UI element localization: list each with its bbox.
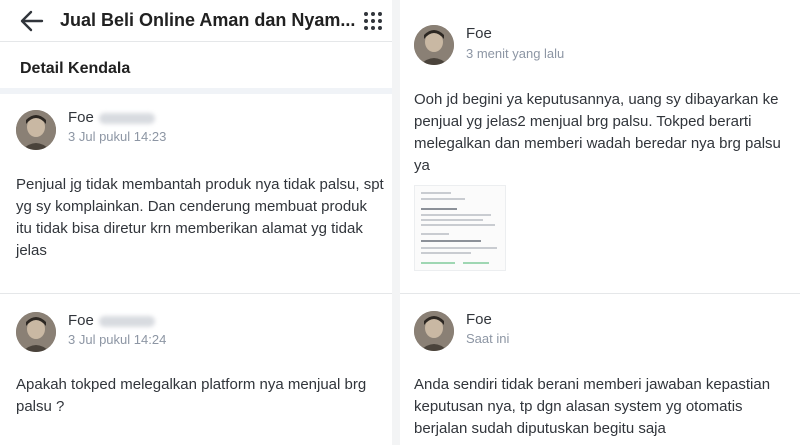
message-text: Anda sendiri tidak berani memberi jawaba… [414,376,771,437]
redacted-surname [98,112,155,124]
user-photo-icon [16,312,56,352]
sender-name: Foe [466,311,492,328]
user-photo-icon [414,25,454,65]
divider [0,293,392,294]
back-button[interactable] [18,8,46,34]
user-photo-icon [16,110,56,150]
section-header: Detail Kendala [0,42,392,94]
avatar [16,110,56,150]
left-panel: Jual Beli Online Aman dan Nyam... Detail… [0,0,392,445]
message-time: Saat ini [466,331,510,346]
redacted-surname [98,315,155,327]
attachment-thumbnail[interactable] [414,185,506,271]
app-header: Jual Beli Online Aman dan Nyam... [0,0,392,42]
divider [400,293,800,294]
column-divider [392,0,400,445]
right-panel: Foe 3 menit yang lalu Ooh jd begini ya k… [400,0,800,445]
section-title: Detail Kendala [20,60,131,77]
message-time: 3 Jul pukul 14:23 [68,129,167,144]
menu-button[interactable] [363,11,383,31]
message-text: Penjual jg tidak membantah produk nya ti… [16,176,384,259]
page-title: Jual Beli Online Aman dan Nyam... [60,10,356,30]
sender-name: Foe [68,312,155,329]
sender-name: Foe [466,25,492,42]
message-time: 3 Jul pukul 14:24 [68,332,167,347]
avatar [16,312,56,352]
grid-menu-icon [364,12,382,30]
message-text: Ooh jd begini ya keputusannya, uang sy d… [414,91,781,174]
message-text: Apakah tokped melegalkan platform nya me… [16,376,367,415]
avatar [414,25,454,65]
arrow-left-icon [20,10,44,32]
user-photo-icon [414,311,454,351]
avatar [414,311,454,351]
message-time: 3 menit yang lalu [466,46,565,61]
sender-name: Foe [68,109,155,126]
